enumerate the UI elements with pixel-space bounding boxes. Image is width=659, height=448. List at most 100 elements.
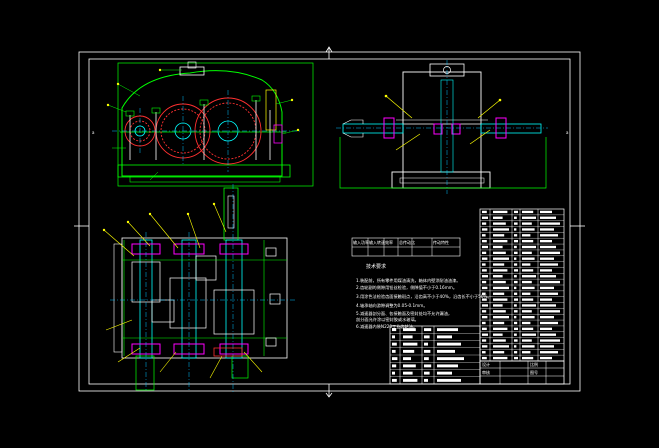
lower-cell-text-mark [437,328,458,332]
bom-cell-text-mark [482,280,487,284]
title-check-label: 审核 [482,369,490,375]
bom-cell-text-mark [522,321,531,325]
bom-table[interactable] [479,208,565,362]
bom-cell-text-mark [514,275,517,278]
bom-cell-text-mark [540,275,556,278]
bom-cell-text-mark [522,298,534,301]
bom-cell-text-mark [540,263,558,266]
bom-cell-text-mark [514,245,517,249]
tech-req-line-5: 5.减速器剖分面、各接触面及密封处均不允许漏油， [356,310,452,317]
lower-cell-text-mark [437,349,455,353]
bom-cell-text-mark [514,280,518,284]
bom-cell-text-mark [522,280,532,284]
bom-cell-text-mark [493,234,505,237]
bom-cell-text-mark [540,315,554,319]
bom-cell-text-mark [482,263,486,266]
bom-cell-text-mark [540,321,558,325]
bom-cell-text-mark [522,275,536,278]
plan-view[interactable] [102,184,296,392]
bom-cell-text-mark [493,263,505,266]
bom-cell-text-mark [540,333,556,336]
bom-cell-text-mark [493,275,503,278]
bom-cell-text-mark [514,327,518,331]
bom-cell-text-mark [482,234,486,237]
title-block: 设计 审核 比例 图号 [479,360,565,385]
bom-cell-text-mark [522,339,532,342]
characteristics-table: 输入功率 输入转速 效率 总传动比 传动特性 [351,237,461,257]
bom-cell-text-mark [482,315,488,319]
bom-cell-text-mark [493,251,506,255]
bom-cell-text-mark [493,286,509,290]
lower-cell-text-mark [392,357,398,361]
bom-cell-text-mark [540,228,554,231]
lower-cell-text-mark [392,349,396,353]
bom-cell-text-mark [540,292,558,295]
lower-cell-text-mark [392,342,397,346]
bom-cell-text-mark [522,333,536,336]
bom-cell-text-mark [540,298,552,301]
plan-gears [131,255,255,335]
lower-cell-text-mark [403,357,411,361]
char-h2: 效率 [385,239,393,245]
bom-cell-text-mark [482,356,487,360]
bom-cell-text-mark [514,210,518,214]
bom-cell-text-mark [482,292,486,295]
bom-cell-text-mark [522,345,535,348]
bom-cell-text-mark [522,315,535,319]
bom-cell-text-mark [493,210,508,214]
cad-drawing-canvas[interactable]: a a 输入功率 输入转速 效率 总传动比 传动特性 技术要求 1.装配前，所有… [0,0,659,448]
tech-req-line-1: 1.装配前，所有零件用煤油清洗，箱体内壁涂耐油油漆。 [356,277,461,284]
bom-cell-text-mark [493,339,506,342]
bom-cell-text-mark [540,345,554,348]
lower-cell-text-mark [403,371,413,375]
bom-cell-text-mark [522,310,532,313]
bom-cell-text-mark [522,304,536,307]
lower-cell-text-mark [437,342,461,346]
lower-cell-text-mark [424,349,431,353]
bom-cell-text-mark [482,210,487,214]
bom-cell-text-mark [514,286,517,290]
bom-cell-text-mark [522,257,535,260]
bom-cell-text-mark [493,292,505,295]
bom-cell-text-mark [482,245,488,249]
lower-cell-text-mark [392,328,397,332]
bom-cell-text-mark [540,339,560,342]
bom-cell-text-mark [540,222,560,225]
bom-cell-text-mark [540,304,556,307]
bom-cell-text-mark [540,251,560,255]
bom-cell-text-mark [522,239,534,243]
bom-cell-text-mark [514,315,517,319]
lower-parts-list [389,325,481,385]
bom-cell-text-mark [482,310,487,313]
bom-cell-text-mark [482,339,487,342]
lower-cell-text-mark [424,371,430,375]
bom-cell-text-mark [514,304,517,307]
lower-cell-text-mark [424,328,432,332]
lower-cell-text-mark [392,371,395,375]
technical-requirements: 技术要求 1.装配前，所有零件用煤油清洗，箱体内壁涂耐油油漆。 2.齿轮副的侧隙… [356,263,492,330]
bom-cell-text-mark [482,228,488,231]
bom-cell-text-mark [493,327,508,331]
bom-cell-text-mark [493,315,509,319]
side-view[interactable] [336,60,548,194]
bom-cell-text-mark [514,310,518,313]
bom-cell-text-mark [514,321,518,325]
lower-cell-text-mark [424,378,428,382]
lower-cell-text-mark [437,364,458,368]
lower-cell-text-mark [424,342,428,346]
char-h0: 输入功率 [353,239,369,245]
bom-cell-text-mark [482,321,486,325]
bom-cell-text-mark [493,239,508,243]
front-view[interactable] [106,61,314,187]
bom-cell-text-mark [514,263,518,266]
bom-cell-text-mark [540,310,560,313]
bom-cell-text-mark [540,257,554,260]
bom-cell-text-mark [493,269,508,272]
bom-cell-text-mark [514,222,518,225]
bom-cell-text-mark [493,333,503,336]
tech-req-line-3: 3.用涂色法检验齿面接触斑点，沿齿高不小于40%，沿齿长不小于50%。 [356,293,492,300]
bom-cell-text-mark [522,228,535,231]
bom-cell-text-mark [514,251,518,255]
lower-cell-text-mark [403,335,413,339]
bom-cell-text-mark [540,269,552,272]
